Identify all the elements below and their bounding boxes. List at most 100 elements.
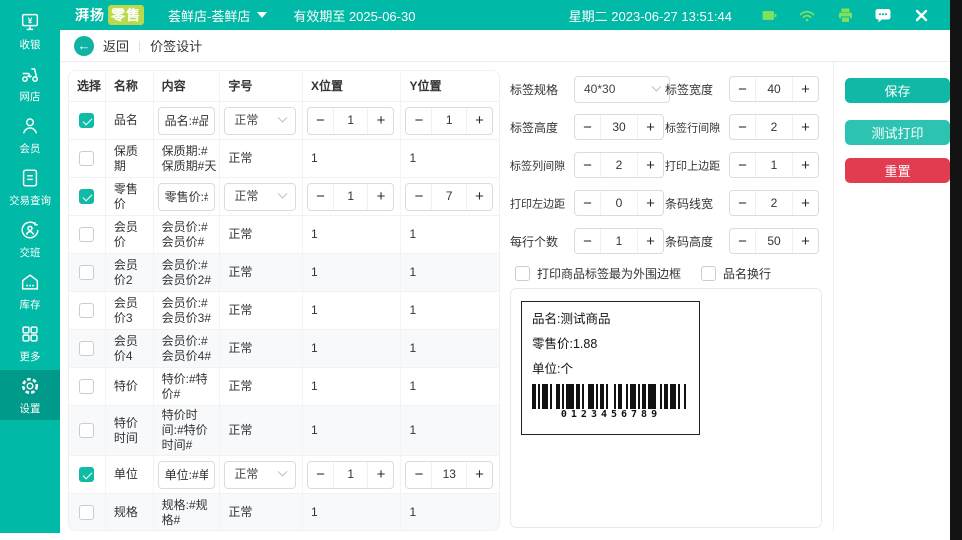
sidebar-item-online-store[interactable]: 网店 xyxy=(0,58,60,108)
y-position-cell: 1 xyxy=(401,330,499,367)
checkbox-cell xyxy=(69,456,106,493)
settings-checkbox[interactable]: 品名换行 xyxy=(701,265,771,282)
y-position-text: 1 xyxy=(409,379,416,394)
label-preview-card: 品名:测试商品 零售价:1.88 单位:个 0123456789 xyxy=(510,288,822,528)
decrement-button[interactable]: − xyxy=(308,462,333,488)
sidebar-item-inventory[interactable]: 库存 xyxy=(0,266,60,316)
close-icon[interactable] xyxy=(902,0,940,30)
increment-button[interactable]: + xyxy=(793,229,818,253)
content-text: 会员价:#会员价3# xyxy=(162,296,217,326)
label-spec-select[interactable]: 40*30 xyxy=(574,76,670,103)
stepper-value: 13 xyxy=(431,462,467,488)
row-checkbox[interactable] xyxy=(79,151,94,166)
save-button[interactable]: 保存 xyxy=(845,78,950,103)
field-name-cell: 规格 xyxy=(106,494,154,531)
back-button[interactable]: ← xyxy=(74,36,94,56)
row-checkbox[interactable] xyxy=(79,189,94,204)
font-size-select[interactable]: 正常 xyxy=(224,461,296,489)
font-size-select[interactable]: 正常 xyxy=(224,183,296,211)
increment-button[interactable]: + xyxy=(793,191,818,215)
font-size-cell: 正常 xyxy=(220,456,303,493)
row-checkbox[interactable] xyxy=(79,113,94,128)
x-position-cell: −1+ xyxy=(303,456,402,493)
increment-button[interactable]: + xyxy=(467,108,492,134)
row-checkbox[interactable] xyxy=(79,423,94,438)
sidebar-item-shift[interactable]: 交班 xyxy=(0,214,60,264)
decrement-button[interactable]: − xyxy=(308,108,333,134)
row-checkbox[interactable] xyxy=(79,303,94,318)
font-size-cell: 正常 xyxy=(220,254,303,291)
stepper-value: 1 xyxy=(755,153,793,177)
battery-icon[interactable] xyxy=(750,0,788,30)
checkbox[interactable] xyxy=(515,266,530,281)
decrement-button[interactable]: − xyxy=(406,108,431,134)
printer-icon[interactable] xyxy=(826,0,864,30)
increment-button[interactable]: + xyxy=(638,153,663,177)
increment-button[interactable]: + xyxy=(467,184,492,210)
sidebar-item-cashier[interactable]: ¥ 收银 xyxy=(0,6,60,56)
decrement-button[interactable]: − xyxy=(406,462,431,488)
back-label[interactable]: 返回 xyxy=(103,36,129,55)
content-input[interactable] xyxy=(158,183,216,211)
x-position-cell: 1 xyxy=(303,254,402,291)
decrement-button[interactable]: − xyxy=(730,77,755,101)
increment-button[interactable]: + xyxy=(467,462,492,488)
decrement-button[interactable]: − xyxy=(730,153,755,177)
row-checkbox[interactable] xyxy=(79,467,94,482)
checkbox[interactable] xyxy=(701,266,716,281)
decrement-button[interactable]: − xyxy=(730,229,755,253)
license-validity: 有效期至 2025-06-30 xyxy=(293,6,415,25)
row-checkbox[interactable] xyxy=(79,505,94,520)
font-size-select[interactable]: 正常 xyxy=(224,107,296,135)
settings-grid: 标签规格40*30标签宽度−40+标签高度−30+标签行间隙−2+标签列间隙−2… xyxy=(510,70,832,260)
content-input[interactable] xyxy=(158,107,216,135)
sidebar-item-more[interactable]: 更多 xyxy=(0,318,60,368)
message-icon[interactable] xyxy=(864,0,902,30)
reset-button[interactable]: 重置 xyxy=(845,158,950,183)
x-position-cell: 1 xyxy=(303,330,402,367)
increment-button[interactable]: + xyxy=(793,153,818,177)
row-checkbox[interactable] xyxy=(79,227,94,242)
network-signal-icon[interactable] xyxy=(788,0,826,30)
store-selector[interactable]: 荟鲜店-荟鲜店 xyxy=(168,6,267,25)
barcode: 0123456789 xyxy=(532,384,690,420)
y-position-cell: 1 xyxy=(401,140,499,177)
increment-button[interactable]: + xyxy=(638,191,663,215)
row-checkbox[interactable] xyxy=(79,265,94,280)
main-content: ← 返回 | 价签设计 选择名称内容字号X位置Y位置品名正常−1+−1+保质期保… xyxy=(60,30,950,533)
decrement-button[interactable]: − xyxy=(575,229,600,253)
settings-checkbox[interactable]: 打印商品标签最为外围边框 xyxy=(515,265,681,282)
decrement-button[interactable]: − xyxy=(575,115,600,139)
sidebar-item-member[interactable]: 会员 xyxy=(0,110,60,160)
test-print-button[interactable]: 测试打印 xyxy=(845,120,950,145)
increment-button[interactable]: + xyxy=(793,77,818,101)
font-size-text: 正常 xyxy=(228,303,252,318)
decrement-button[interactable]: − xyxy=(406,184,431,210)
increment-button[interactable]: + xyxy=(793,115,818,139)
decrement-button[interactable]: − xyxy=(575,191,600,215)
increment-button[interactable]: + xyxy=(638,115,663,139)
decrement-button[interactable]: − xyxy=(308,184,333,210)
sidebar-item-transactions[interactable]: 交易查询 xyxy=(0,162,60,212)
settings-icon xyxy=(19,375,41,397)
increment-button[interactable]: + xyxy=(368,108,393,134)
x-position-text: 1 xyxy=(311,227,318,242)
increment-button[interactable]: + xyxy=(368,184,393,210)
preview-unit: 单位:个 xyxy=(532,357,689,382)
sidebar-item-settings[interactable]: 设置 xyxy=(0,370,60,420)
increment-button[interactable]: + xyxy=(368,462,393,488)
increment-button[interactable]: + xyxy=(638,229,663,253)
y-position-cell: 1 xyxy=(401,254,499,291)
app-window: ¥ 收银 网店 会员 交易查询 xyxy=(0,0,962,540)
content-input[interactable] xyxy=(158,461,216,489)
stepper-value: 40 xyxy=(755,77,793,101)
row-checkbox[interactable] xyxy=(79,379,94,394)
decrement-button[interactable]: − xyxy=(730,191,755,215)
decrement-button[interactable]: − xyxy=(575,153,600,177)
decrement-button[interactable]: − xyxy=(730,115,755,139)
标签高度-stepper: −30+ xyxy=(574,114,664,140)
每行个数-stepper: −1+ xyxy=(574,228,664,254)
chevron-down-icon xyxy=(257,12,267,18)
stepper-value: 1 xyxy=(600,229,638,253)
row-checkbox[interactable] xyxy=(79,341,94,356)
